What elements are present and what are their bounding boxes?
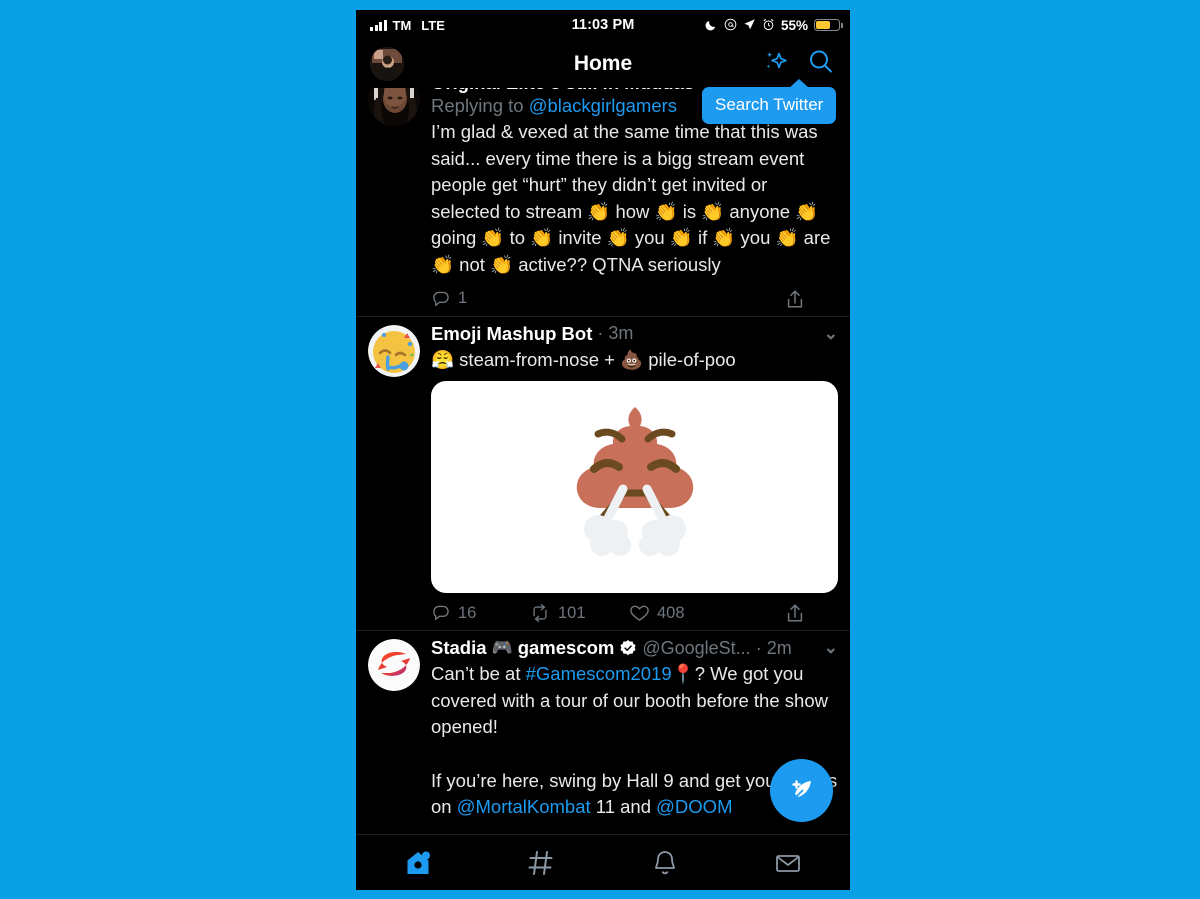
sparkle-icon[interactable] <box>762 48 790 81</box>
display-name-suffix: gamescom <box>517 637 615 659</box>
verified-badge-icon <box>619 639 637 657</box>
bottom-tab-bar <box>356 834 850 890</box>
replying-to-prefix: Replying to <box>431 95 524 116</box>
tab-home[interactable] <box>356 835 480 890</box>
tab-messages[interactable] <box>727 835 851 890</box>
at-circle-icon <box>724 18 737 33</box>
tweet-text-part4: 11 and <box>590 796 657 818</box>
profile-avatar[interactable] <box>370 47 404 81</box>
pin-emoji: 📍 <box>671 663 695 685</box>
display-name-label: Emoji Mashup Bot <box>431 322 593 344</box>
retweet-action[interactable]: 101 <box>529 603 629 623</box>
timestamp: · 3m <box>597 323 634 344</box>
tweet-emoji-mashup[interactable]: Emoji Mashup Bot · 3m ⌄ 😤 steam-from-nos… <box>356 317 850 632</box>
status-bar: TM LTE 11:03 PM 55% <box>356 10 850 40</box>
tweet-text: 😤 steam-from-nose + 💩 pile-of-poo <box>431 348 736 370</box>
reply-action[interactable]: 1 <box>431 289 529 309</box>
tweet-handle[interactable]: @GoogleSt... <box>642 638 750 659</box>
phone-screenshot: TM LTE 11:03 PM 55% Home Replying to @bl… <box>356 10 850 890</box>
status-bar-right: 55% <box>705 17 843 33</box>
top-navigation-bar: Home <box>356 40 850 88</box>
search-twitter-tooltip: Search Twitter <box>702 79 837 124</box>
chevron-down-icon[interactable]: ⌄ <box>824 638 838 658</box>
compose-tweet-button[interactable] <box>770 759 833 822</box>
replying-to-handle[interactable]: @blackgirlgamers <box>529 95 677 116</box>
tweet-display-name[interactable]: Emoji Mashup Bot · 3m ⌄ <box>431 323 838 345</box>
mention-mortalkombat[interactable]: @MortalKombat <box>457 796 591 817</box>
top-bar-actions <box>762 47 836 82</box>
hashtag-link[interactable]: #Gamescom2019 <box>526 663 672 684</box>
chevron-down-icon[interactable]: ⌄ <box>824 324 838 344</box>
timeline-scroll-region[interactable]: Original Elite 8 still in Muddas Replyin… <box>356 88 850 834</box>
battery-icon <box>814 18 843 32</box>
tab-search[interactable] <box>480 835 604 890</box>
timeline-feed: Original Elite 8 still in Muddas Replyin… <box>356 88 850 827</box>
timestamp: · 2m <box>755 637 792 658</box>
display-name-label: Stadia <box>431 637 487 659</box>
tweet-body: Emoji Mashup Bot · 3m ⌄ 😤 steam-from-nos… <box>431 323 838 631</box>
search-icon[interactable] <box>806 47 836 82</box>
tweet-text-part1: Can’t be at <box>431 663 526 685</box>
share-icon[interactable] <box>785 288 805 310</box>
reply-count: 16 <box>458 603 477 622</box>
game-controller-emoji: 🎮 <box>491 638 513 658</box>
avatar[interactable] <box>368 88 420 126</box>
reply-action[interactable]: 16 <box>431 603 529 623</box>
tweet-actions: 1 <box>431 288 838 310</box>
tweet-display-name[interactable]: Stadia 🎮 gamescom @GoogleSt... · 2m ⌄ <box>431 637 838 659</box>
battery-percent-label: 55% <box>780 17 808 33</box>
avatar[interactable] <box>368 324 420 377</box>
like-action[interactable]: 408 <box>629 603 739 623</box>
location-arrow-icon <box>743 18 756 33</box>
reply-count: 1 <box>458 289 468 308</box>
mention-doom[interactable]: @DOOM <box>656 796 732 817</box>
avatar[interactable] <box>368 639 420 692</box>
tweet-text: I’m glad & vexed at the same time that t… <box>431 121 831 275</box>
tweet-actions: 16 101 408 <box>431 602 838 624</box>
tweet-media-image[interactable] <box>431 381 838 594</box>
like-count: 408 <box>657 603 685 622</box>
alarm-clock-icon <box>762 18 775 33</box>
share-icon[interactable] <box>785 602 805 624</box>
moon-icon <box>705 18 718 33</box>
tab-notifications[interactable] <box>603 835 727 890</box>
page-root: TM LTE 11:03 PM 55% Home Replying to @bl… <box>0 0 1200 899</box>
retweet-count: 101 <box>558 603 586 622</box>
